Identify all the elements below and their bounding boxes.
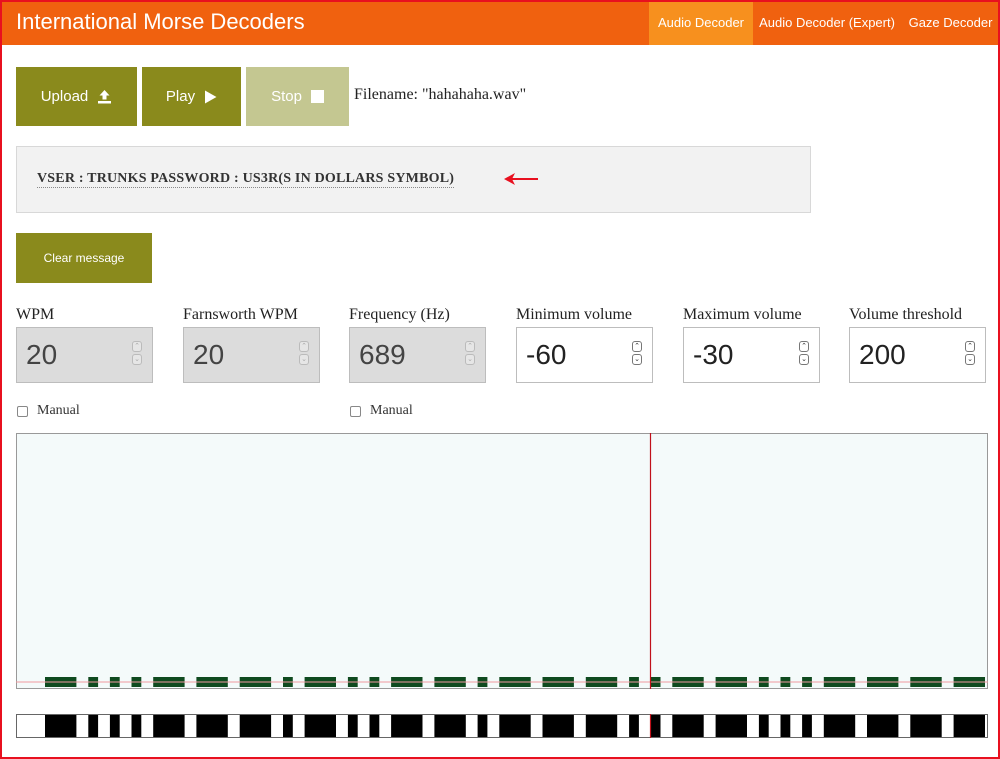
maximum-volume-stepper[interactable]: ⌃ ⌄ — [799, 341, 809, 367]
morse-strip-mark — [239, 715, 272, 737]
morse-strip-mark — [758, 715, 769, 737]
decrement-icon[interactable]: ⌄ — [965, 354, 975, 365]
morse-strip-mark — [477, 715, 488, 737]
morse-strip-mark — [910, 715, 942, 737]
morse-strip-mark — [109, 715, 120, 737]
spectrogram-canvas[interactable] — [16, 433, 988, 689]
morse-strip-mark — [802, 715, 812, 737]
frequency-input[interactable]: 689 ⌃ ⌄ — [349, 327, 486, 383]
morse-strip-mark — [629, 715, 639, 737]
morse-strip-mark — [196, 715, 228, 737]
app-title[interactable]: International Morse Decoders — [16, 9, 305, 35]
morse-strip-mark — [585, 715, 618, 737]
farnsworth-wpm-input[interactable]: 20 ⌃ ⌄ — [183, 327, 320, 383]
red-arrow-icon — [504, 173, 538, 185]
filename-label: Filename: "hahahaha.wav" — [354, 86, 527, 103]
morse-strip-mark — [153, 715, 185, 737]
increment-icon[interactable]: ⌃ — [965, 341, 975, 352]
morse-strip-mark — [88, 715, 99, 737]
morse-strip-mark — [434, 715, 466, 737]
frequency-manual-label: Manual — [370, 403, 413, 418]
increment-icon[interactable]: ⌃ — [632, 341, 642, 352]
minimum-volume-stepper[interactable]: ⌃ ⌄ — [632, 341, 642, 367]
nav-item-audio-decoder[interactable]: Audio Decoder — [649, 0, 753, 45]
decoded-message-box: VSER : TRUNKS PASSWORD : US3R(S IN DOLLA… — [16, 146, 811, 213]
navbar: International Morse Decoders Audio Decod… — [0, 0, 1000, 45]
nav-item-gaze-decoder[interactable]: Gaze Decoder — [901, 0, 1000, 45]
decrement-icon[interactable]: ⌄ — [132, 354, 142, 365]
clear-message-button[interactable]: Clear message — [16, 233, 152, 283]
wpm-manual-checkbox-row[interactable]: Manual — [17, 403, 80, 419]
maximum-volume-input[interactable]: -30 ⌃ ⌄ — [683, 327, 820, 383]
frequency-manual-checkbox-row[interactable]: Manual — [350, 403, 413, 419]
frequency-manual-checkbox[interactable] — [350, 405, 361, 417]
volume-threshold-stepper[interactable]: ⌃ ⌄ — [965, 341, 975, 367]
farnsworth-wpm-value: 20 — [193, 339, 225, 370]
frequency-stepper[interactable]: ⌃ ⌄ — [465, 341, 475, 367]
morse-strip-mark — [391, 715, 423, 737]
morse-strip-mark — [347, 715, 358, 737]
upload-icon — [98, 90, 112, 104]
wpm-stepper[interactable]: ⌃ ⌄ — [132, 341, 142, 367]
wpm-value: 20 — [26, 339, 58, 370]
morse-timing-strip — [16, 714, 988, 738]
wpm-input[interactable]: 20 ⌃ ⌄ — [16, 327, 153, 383]
increment-icon[interactable]: ⌃ — [465, 341, 475, 352]
play-icon — [205, 90, 217, 103]
decoded-message-text: VSER : TRUNKS PASSWORD : US3R(S IN DOLLA… — [37, 171, 455, 188]
morse-strip-mark — [823, 715, 856, 737]
morse-strip-mark — [867, 715, 899, 737]
morse-strip-mark — [542, 715, 574, 737]
increment-icon[interactable]: ⌃ — [799, 341, 809, 352]
increment-icon[interactable]: ⌃ — [299, 341, 309, 352]
volume-threshold-value: 200 — [859, 339, 906, 370]
morse-strip-mark — [780, 715, 791, 737]
upload-button-label: Upload — [40, 88, 89, 105]
farnsworth-wpm-label: Farnsworth WPM — [183, 306, 298, 323]
morse-strip-mark — [953, 715, 985, 737]
morse-strip-mark — [369, 715, 380, 737]
minimum-volume-value: -60 — [526, 339, 567, 370]
volume-threshold-label: Volume threshold — [849, 306, 963, 323]
farnsworth-wpm-stepper[interactable]: ⌃ ⌄ — [299, 341, 309, 367]
morse-strip-mark — [715, 715, 747, 737]
play-button-label: Play — [165, 88, 196, 105]
volume-threshold-input[interactable]: 200 ⌃ ⌄ — [849, 327, 986, 383]
stop-button-label: Stop — [271, 88, 302, 105]
wpm-manual-label: Manual — [37, 403, 80, 418]
frequency-label: Frequency (Hz) — [349, 306, 450, 323]
maximum-volume-label: Maximum volume — [683, 306, 802, 323]
stop-icon — [310, 90, 324, 103]
nav-item-audio-decoder-expert[interactable]: Audio Decoder (Expert) — [753, 0, 901, 45]
decrement-icon[interactable]: ⌄ — [299, 354, 309, 365]
morse-strip-mark — [45, 715, 77, 737]
minimum-volume-label: Minimum volume — [516, 306, 632, 323]
frequency-value: 689 — [359, 339, 406, 370]
morse-strip-mark — [131, 715, 142, 737]
increment-icon[interactable]: ⌃ — [132, 341, 142, 352]
play-button[interactable]: Play — [142, 67, 241, 126]
morse-strip-mark — [499, 715, 531, 737]
morse-strip-mark — [304, 715, 336, 737]
wpm-label: WPM — [16, 306, 55, 323]
morse-strip-mark — [650, 715, 661, 737]
maximum-volume-value: -30 — [693, 339, 734, 370]
upload-button[interactable]: Upload — [16, 67, 137, 126]
decrement-icon[interactable]: ⌄ — [465, 354, 475, 365]
minimum-volume-input[interactable]: -60 ⌃ ⌄ — [516, 327, 653, 383]
wpm-manual-checkbox[interactable] — [17, 405, 28, 417]
decrement-icon[interactable]: ⌄ — [799, 354, 809, 365]
decrement-icon[interactable]: ⌄ — [632, 354, 642, 365]
morse-strip-mark — [283, 715, 293, 737]
morse-strip-mark — [672, 715, 704, 737]
stop-button[interactable]: Stop — [246, 67, 349, 126]
